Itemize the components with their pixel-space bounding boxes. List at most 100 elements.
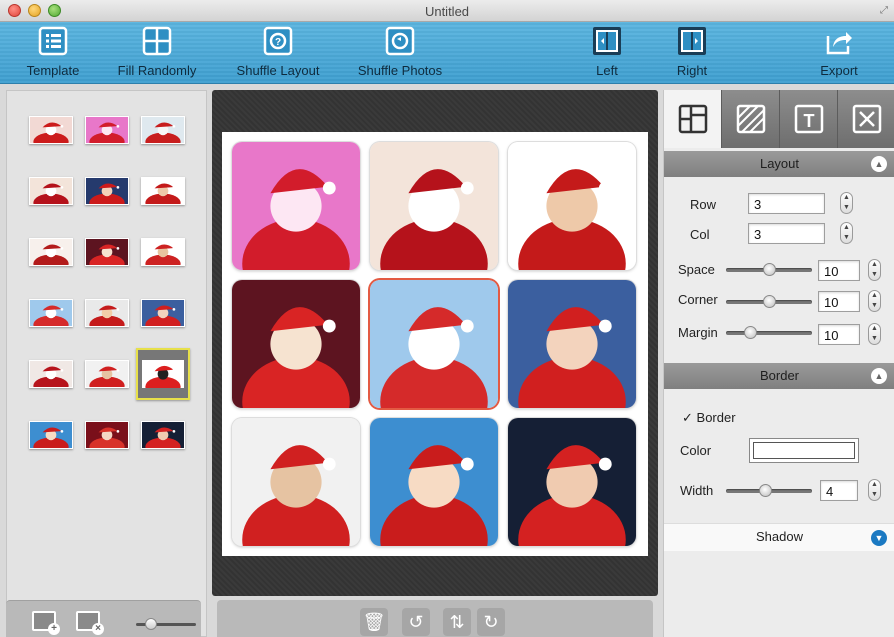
width-stepper[interactable]: ▲ ▼ <box>868 479 881 501</box>
library-thumbnail[interactable] <box>29 299 73 327</box>
library-thumbnail[interactable] <box>141 177 185 205</box>
trash-icon[interactable]: 🗑 <box>360 608 388 636</box>
corner-label: Corner <box>678 292 718 307</box>
shuffle-photos-icon <box>385 26 415 56</box>
collage-cell[interactable] <box>370 280 498 408</box>
library-thumbnail[interactable] <box>141 299 185 327</box>
width-field[interactable]: 4 <box>820 480 858 501</box>
add-photo-icon[interactable]: + <box>32 611 60 635</box>
right-button[interactable]: Right <box>672 26 712 82</box>
collage-canvas[interactable] <box>222 132 648 556</box>
space-slider-knob[interactable] <box>763 263 776 276</box>
library-thumbnail[interactable] <box>29 177 73 205</box>
collage-cell[interactable] <box>508 280 636 408</box>
tab-layout[interactable] <box>664 90 722 148</box>
shuffle-photos-label: Shuffle Photos <box>357 63 443 78</box>
space-slider[interactable] <box>726 263 812 276</box>
collage-cell[interactable] <box>508 418 636 546</box>
thumbnail-size-slider[interactable] <box>136 618 196 630</box>
fill-randomly-button[interactable]: Fill Randomly <box>112 26 202 82</box>
collage-cell[interactable] <box>370 142 498 270</box>
inspector-panel: T Layout ▲ Row 3 ▲ ▼ Col 3 ▲ ▼ Space 10 ▲ ▼… <box>663 90 894 637</box>
library-thumbnail[interactable] <box>29 360 73 388</box>
right-label: Right <box>676 63 708 78</box>
margin-stepper[interactable]: ▲ ▼ <box>868 323 881 345</box>
checkmark-icon: ✓ <box>682 410 693 425</box>
rotate-right-icon[interactable]: ↻ <box>477 608 505 636</box>
tab-background[interactable] <box>722 90 780 148</box>
collapse-up-icon[interactable]: ▲ <box>871 156 887 172</box>
library-thumbnail[interactable] <box>85 238 129 266</box>
tab-text[interactable]: T <box>780 90 838 148</box>
library-thumbnail[interactable] <box>85 116 129 144</box>
width-label: Width <box>680 483 714 498</box>
border-checkbox-label: Border <box>696 410 736 425</box>
border-header-label: Border <box>759 368 800 383</box>
template-button[interactable]: Template <box>20 26 86 82</box>
library-thumbnail[interactable] <box>29 421 73 449</box>
corner-stepper[interactable]: ▲ ▼ <box>868 290 881 312</box>
border-section-header[interactable]: Border ▲ <box>664 363 894 389</box>
flip-icon[interactable]: ⇅ <box>443 608 471 636</box>
remove-photo-icon[interactable]: × <box>76 611 104 635</box>
library-thumbnail[interactable] <box>29 238 73 266</box>
collage-cell[interactable] <box>370 418 498 546</box>
left-label: Left <box>596 63 618 78</box>
collage-cell[interactable] <box>232 142 360 270</box>
collage-cell[interactable] <box>232 418 360 546</box>
expand-down-icon[interactable]: ▼ <box>871 530 887 546</box>
corner-field[interactable]: 10 <box>818 291 860 312</box>
border-checkbox[interactable]: ✓ Border <box>682 410 736 426</box>
align-left-icon <box>593 27 621 55</box>
plus-icon: + <box>48 623 60 635</box>
rotate-left-icon[interactable]: ↺ <box>402 608 430 636</box>
space-stepper[interactable]: ▲ ▼ <box>868 259 881 281</box>
library-thumbnail[interactable] <box>85 360 129 388</box>
shuffle-photos-button[interactable]: Shuffle Photos <box>352 26 448 82</box>
text-icon: T <box>794 104 824 134</box>
template-label: Template <box>26 63 80 78</box>
row-field[interactable]: 3 <box>748 193 825 214</box>
title-bar: Untitled ⤢ <box>0 0 894 22</box>
clear-icon <box>852 104 882 134</box>
collage-cell[interactable] <box>508 142 636 270</box>
library-thumbnail[interactable] <box>85 177 129 205</box>
fullscreen-icon[interactable]: ⤢ <box>880 5 888 16</box>
library-thumbnail[interactable] <box>141 116 185 144</box>
tab-clear[interactable] <box>838 90 894 148</box>
shadow-section-header[interactable]: Shadow ▼ <box>664 523 894 551</box>
margin-field[interactable]: 10 <box>818 324 860 345</box>
x-icon: × <box>92 623 104 635</box>
left-button[interactable]: Left <box>587 26 627 82</box>
col-field[interactable]: 3 <box>748 223 825 244</box>
library-thumbnail[interactable] <box>85 299 129 327</box>
export-button[interactable]: Export <box>813 26 865 82</box>
corner-slider-knob[interactable] <box>763 295 776 308</box>
library-thumbnail[interactable] <box>29 116 73 144</box>
collapse-up-icon[interactable]: ▲ <box>871 368 887 384</box>
color-label: Color <box>680 443 712 458</box>
library-thumbnail[interactable] <box>136 348 190 400</box>
layout-section-header[interactable]: Layout ▲ <box>664 151 894 177</box>
color-swatch <box>753 442 855 459</box>
svg-text:?: ? <box>275 37 281 48</box>
window-title: Untitled <box>424 4 470 19</box>
library-thumbnail[interactable] <box>85 421 129 449</box>
layout-icon <box>678 104 708 134</box>
library-thumbnail[interactable] <box>141 238 185 266</box>
col-stepper[interactable]: ▲ ▼ <box>840 222 853 244</box>
row-label: Row <box>690 197 717 212</box>
width-slider[interactable] <box>726 484 812 497</box>
corner-slider[interactable] <box>726 295 812 308</box>
row-stepper[interactable]: ▲ ▼ <box>840 192 853 214</box>
library-thumbnail[interactable] <box>141 421 185 449</box>
slider-knob[interactable] <box>145 618 157 630</box>
collage-cell[interactable] <box>232 280 360 408</box>
border-color-well[interactable] <box>749 438 859 463</box>
space-field[interactable]: 10 <box>818 260 860 281</box>
margin-slider[interactable] <box>726 326 812 339</box>
width-slider-knob[interactable] <box>759 484 772 497</box>
col-label: Col <box>690 227 710 242</box>
margin-slider-knob[interactable] <box>744 326 757 339</box>
shuffle-layout-button[interactable]: ? Shuffle Layout <box>230 26 326 82</box>
